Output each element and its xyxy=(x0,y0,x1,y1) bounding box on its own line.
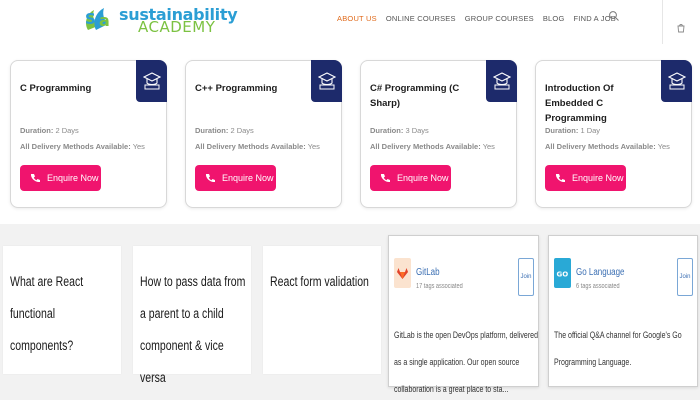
course-card[interactable]: C++ Programming Duration: 2 Days All Del… xyxy=(185,60,342,208)
tag-description: GitLab is the open DevOps platform, deli… xyxy=(394,330,538,394)
course-duration: Duration: 2 Days xyxy=(195,126,254,135)
course-badge xyxy=(661,60,692,102)
tag-count: 6 tags associated xyxy=(576,283,620,290)
enquire-now-button[interactable]: Enquire Now xyxy=(545,165,626,191)
question-card[interactable]: What are React functional components? xyxy=(3,246,121,374)
phone-icon xyxy=(30,174,40,183)
header-divider xyxy=(662,0,663,44)
course-duration: Duration: 1 Day xyxy=(545,126,601,135)
site-logo[interactable]: S a sustainability ACADEMY xyxy=(82,2,238,36)
svg-text:a: a xyxy=(99,11,110,30)
course-delivery: All Delivery Methods Available: Yes xyxy=(195,142,320,151)
phone-icon xyxy=(205,174,215,183)
enquire-now-label: Enquire Now xyxy=(47,173,99,183)
join-button[interactable]: Join xyxy=(677,258,693,296)
nav-group-courses[interactable]: GROUP COURSES xyxy=(465,14,534,23)
course-badge xyxy=(486,60,517,102)
course-card[interactable]: C# Programming (C Sharp) Duration: 3 Day… xyxy=(360,60,517,208)
phone-icon xyxy=(555,174,565,183)
enquire-now-label: Enquire Now xyxy=(572,173,624,183)
tag-name[interactable]: Go Language xyxy=(576,267,625,278)
logo-mark-icon: S a xyxy=(85,8,110,30)
question-text: What are React functional components? xyxy=(10,274,84,353)
page: S a sustainability ACADEMY ABOUT US ONLI… xyxy=(0,0,700,400)
course-badge xyxy=(311,60,342,102)
tag-name[interactable]: GitLab xyxy=(416,267,440,278)
graduation-cap-icon xyxy=(317,72,336,90)
course-delivery: All Delivery Methods Available: Yes xyxy=(370,142,495,151)
search-icon[interactable] xyxy=(608,10,620,22)
course-badge xyxy=(136,60,167,102)
svg-text:S: S xyxy=(85,10,96,28)
main-nav: ABOUT US ONLINE COURSES GROUP COURSES BL… xyxy=(337,12,625,24)
enquire-now-button[interactable]: Enquire Now xyxy=(370,165,451,191)
course-delivery: All Delivery Methods Available: Yes xyxy=(545,142,670,151)
course-card[interactable]: C Programming Duration: 2 Days All Deliv… xyxy=(10,60,167,208)
tag-card[interactable]: GO Go Language 6 tags associated Join Th… xyxy=(548,235,698,387)
course-title: C# Programming (C Sharp) xyxy=(370,83,460,109)
course-delivery: All Delivery Methods Available: Yes xyxy=(20,142,145,151)
question-card[interactable]: React form validation xyxy=(263,246,381,374)
nav-online-courses[interactable]: ONLINE COURSES xyxy=(386,14,456,23)
cart-icon[interactable] xyxy=(676,23,686,33)
logo-text-secondary: ACADEMY xyxy=(138,18,216,36)
go-icon: GO xyxy=(554,258,571,288)
question-text: How to pass data from a parent to a chil… xyxy=(140,274,246,385)
course-cards-section: C Programming Duration: 2 Days All Deliv… xyxy=(0,44,700,224)
join-button[interactable]: Join xyxy=(518,258,534,296)
nav-blog[interactable]: BLOG xyxy=(543,14,565,23)
enquire-now-label: Enquire Now xyxy=(222,173,274,183)
svg-text:GO: GO xyxy=(557,270,569,278)
lower-section: What are React functional components? Ho… xyxy=(0,224,700,400)
graduation-cap-icon xyxy=(667,72,686,90)
course-title: C Programming xyxy=(20,83,92,94)
enquire-now-label: Enquire Now xyxy=(397,173,449,183)
gitlab-icon xyxy=(394,258,411,288)
course-title: Introduction Of Embedded C Programming xyxy=(545,83,614,124)
nav-about-us[interactable]: ABOUT US xyxy=(337,14,377,23)
tag-card[interactable]: GitLab 17 tags associated Join GitLab is… xyxy=(388,235,539,394)
graduation-cap-icon xyxy=(492,72,511,90)
question-text: React form validation xyxy=(270,274,369,289)
course-title: C++ Programming xyxy=(195,83,278,94)
enquire-now-button[interactable]: Enquire Now xyxy=(195,165,276,191)
question-card[interactable]: How to pass data from a parent to a chil… xyxy=(133,246,251,385)
enquire-now-button[interactable]: Enquire Now xyxy=(20,165,101,191)
graduation-cap-icon xyxy=(142,72,161,90)
course-card[interactable]: Introduction Of Embedded C Programming D… xyxy=(535,60,692,208)
course-duration: Duration: 3 Days xyxy=(370,126,429,135)
phone-icon xyxy=(380,174,390,183)
course-duration: Duration: 2 Days xyxy=(20,126,79,135)
tag-count: 17 tags associated xyxy=(416,283,463,290)
tag-description: The official Q&A channel for Google's Go… xyxy=(554,330,682,367)
site-header: S a sustainability ACADEMY ABOUT US ONLI… xyxy=(0,0,700,44)
